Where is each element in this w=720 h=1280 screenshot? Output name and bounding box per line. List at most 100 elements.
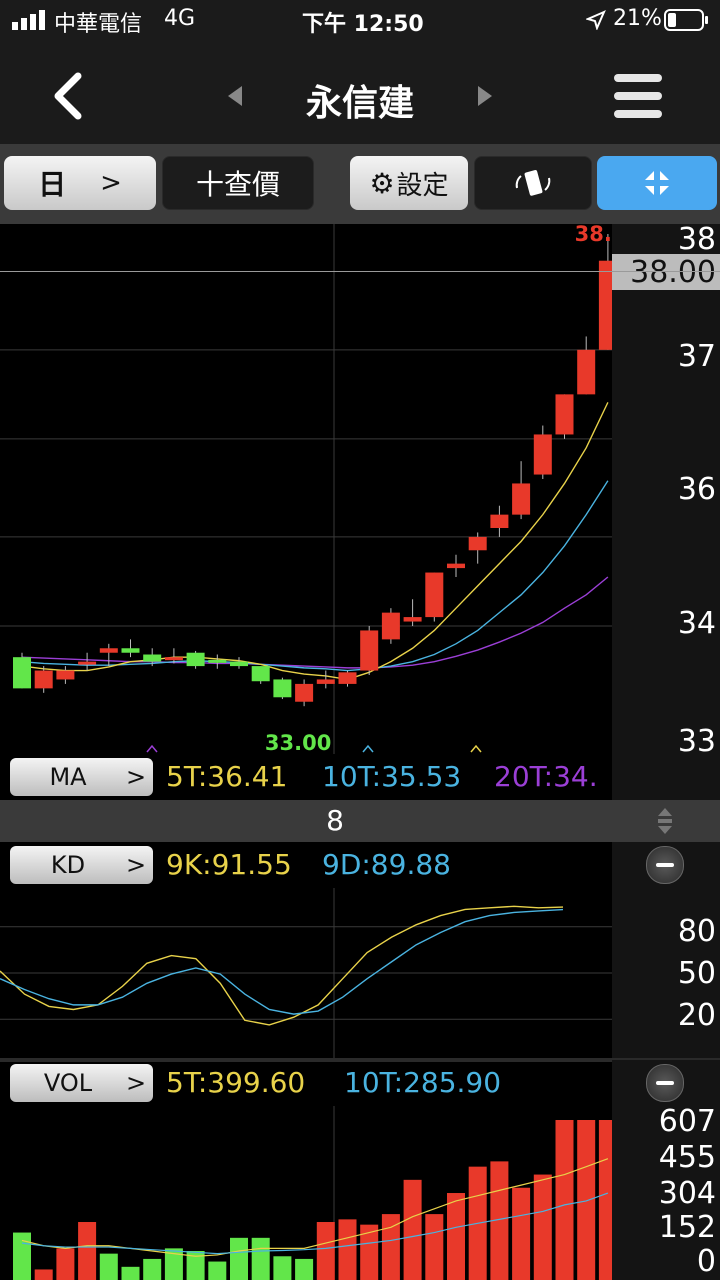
next-stock-arrow-icon[interactable] [476,84,494,108]
collapse-button[interactable] [597,156,717,210]
current-price: 38.00 [630,255,716,290]
remove-kd-button[interactable] [646,846,684,884]
carrier-name: 中華電信 [54,12,143,37]
ma-marker-icon [470,744,482,753]
candle-body [164,657,183,661]
clock: 下午 12:50 [302,12,424,37]
volume-bar [13,1232,31,1280]
volume-bar [121,1266,140,1280]
stock-title: 永信建 [305,83,414,124]
location-arrow-icon [586,10,606,30]
chevron-right-icon: > [126,763,147,791]
resize-arrows-icon[interactable] [656,806,674,836]
current-price-tag: 38.00 [612,254,720,290]
candle-body [555,394,574,435]
candle-body [295,683,314,702]
quote-button[interactable]: 十查價 [162,156,314,210]
kd-axis: 80 50 20 [612,842,720,1058]
volume-bar [251,1237,270,1280]
vol-label: VOL [43,1069,93,1097]
volume-bar [533,1174,552,1280]
hamburger-menu-icon[interactable] [614,72,662,120]
volume-bar [295,1258,314,1280]
ma20-value: 20T:34. [494,760,598,793]
period-button[interactable]: 日 > [4,156,156,210]
candle-body [425,572,444,618]
chevron-right-icon: > [126,1069,147,1097]
ma-marker-icon [362,744,374,753]
low-price-label: 33.00 [265,731,331,754]
vol-axis: 607 455 304 152 0 [612,1060,720,1280]
prev-stock-arrow-icon[interactable] [226,84,244,108]
vol-axis-label: 304 [658,1176,716,1211]
k-line [0,905,564,1026]
kd-chart[interactable] [0,888,612,1058]
candle-body [230,661,248,667]
vol-axis-label: 0 [696,1244,716,1279]
period-label: 日 [38,168,67,201]
candle-body [468,536,487,551]
volume-bar [403,1179,422,1280]
settings-button[interactable]: ⚙ 設定 [350,156,468,210]
divider-value: 8 [326,804,344,837]
ma5-value: 5T:36.41 [166,760,288,793]
candle-body [447,563,465,569]
rotate-button[interactable] [474,156,592,210]
nav-bar: 永信建 [0,40,720,144]
rotate-phone-icon [515,170,551,196]
gear-icon: ⚙ [369,166,395,200]
candlestick-chart[interactable]: 38.30 33.00 [0,224,612,754]
volume-bar [34,1269,53,1280]
status-bar: 中華電信 4G 下午 12:50 21% [0,0,720,40]
candle-body [251,666,270,682]
panel-divider[interactable]: 8 [0,800,720,842]
ma-bar: MA > 5T:36.41 10T:35.53 20T:34. [0,754,612,800]
volume-bar [512,1187,531,1280]
remove-vol-button[interactable] [646,1064,684,1102]
chevron-left-icon[interactable] [48,72,88,120]
candle-body [577,349,596,395]
ma-axis [612,754,720,800]
candle-body [143,654,162,662]
volume-bar [78,1222,97,1280]
volume-bar [577,1120,596,1280]
volume-bar [230,1237,248,1280]
vol-indicator-button[interactable]: VOL > [10,1064,153,1102]
ma20-line [21,576,609,669]
k-value: 9K:91.55 [166,848,292,881]
candle-body [360,630,379,671]
volume-bar [56,1248,75,1280]
price-axis-label: 37 [677,339,716,374]
candle-body [99,648,118,653]
vol10-value: 10T:285.90 [344,1066,502,1099]
volume-bar [338,1219,357,1280]
ma-marker-icon [146,744,158,753]
battery-icon [664,9,708,31]
volume-bar [273,1256,292,1280]
price-axis-label: 36 [677,472,716,507]
kd-axis-label: 80 [677,914,716,949]
kd-label: KD [50,851,86,879]
vol-bar: VOL > 5T:399.60 10T:285.90 [0,1060,612,1106]
current-price-line [0,271,720,272]
ma-indicator-button[interactable]: MA > [10,758,153,796]
kd-indicator-button[interactable]: KD > [10,846,153,884]
candle-body [533,434,552,475]
candle-body [34,670,53,689]
battery-percent: 21% [613,6,662,31]
volume-chart[interactable] [0,1106,612,1280]
volume-bar [143,1258,162,1280]
chevron-right-icon: > [126,851,147,879]
vol-axis-label: 455 [658,1140,716,1175]
d-line [0,908,564,1015]
volume-bar [208,1261,227,1280]
candle-body [208,659,227,663]
quote-label: 十查價 [195,168,280,201]
candle-body [186,652,205,667]
collapse-arrows-icon [645,171,669,195]
vol5-value: 5T:399.60 [166,1066,306,1099]
d-value: 9D:89.88 [322,848,451,881]
price-axis: 38 38.00 37 36 34 33 [612,222,720,759]
kd-axis-label: 50 [677,956,716,991]
high-price-label: 38.30 [575,224,612,246]
